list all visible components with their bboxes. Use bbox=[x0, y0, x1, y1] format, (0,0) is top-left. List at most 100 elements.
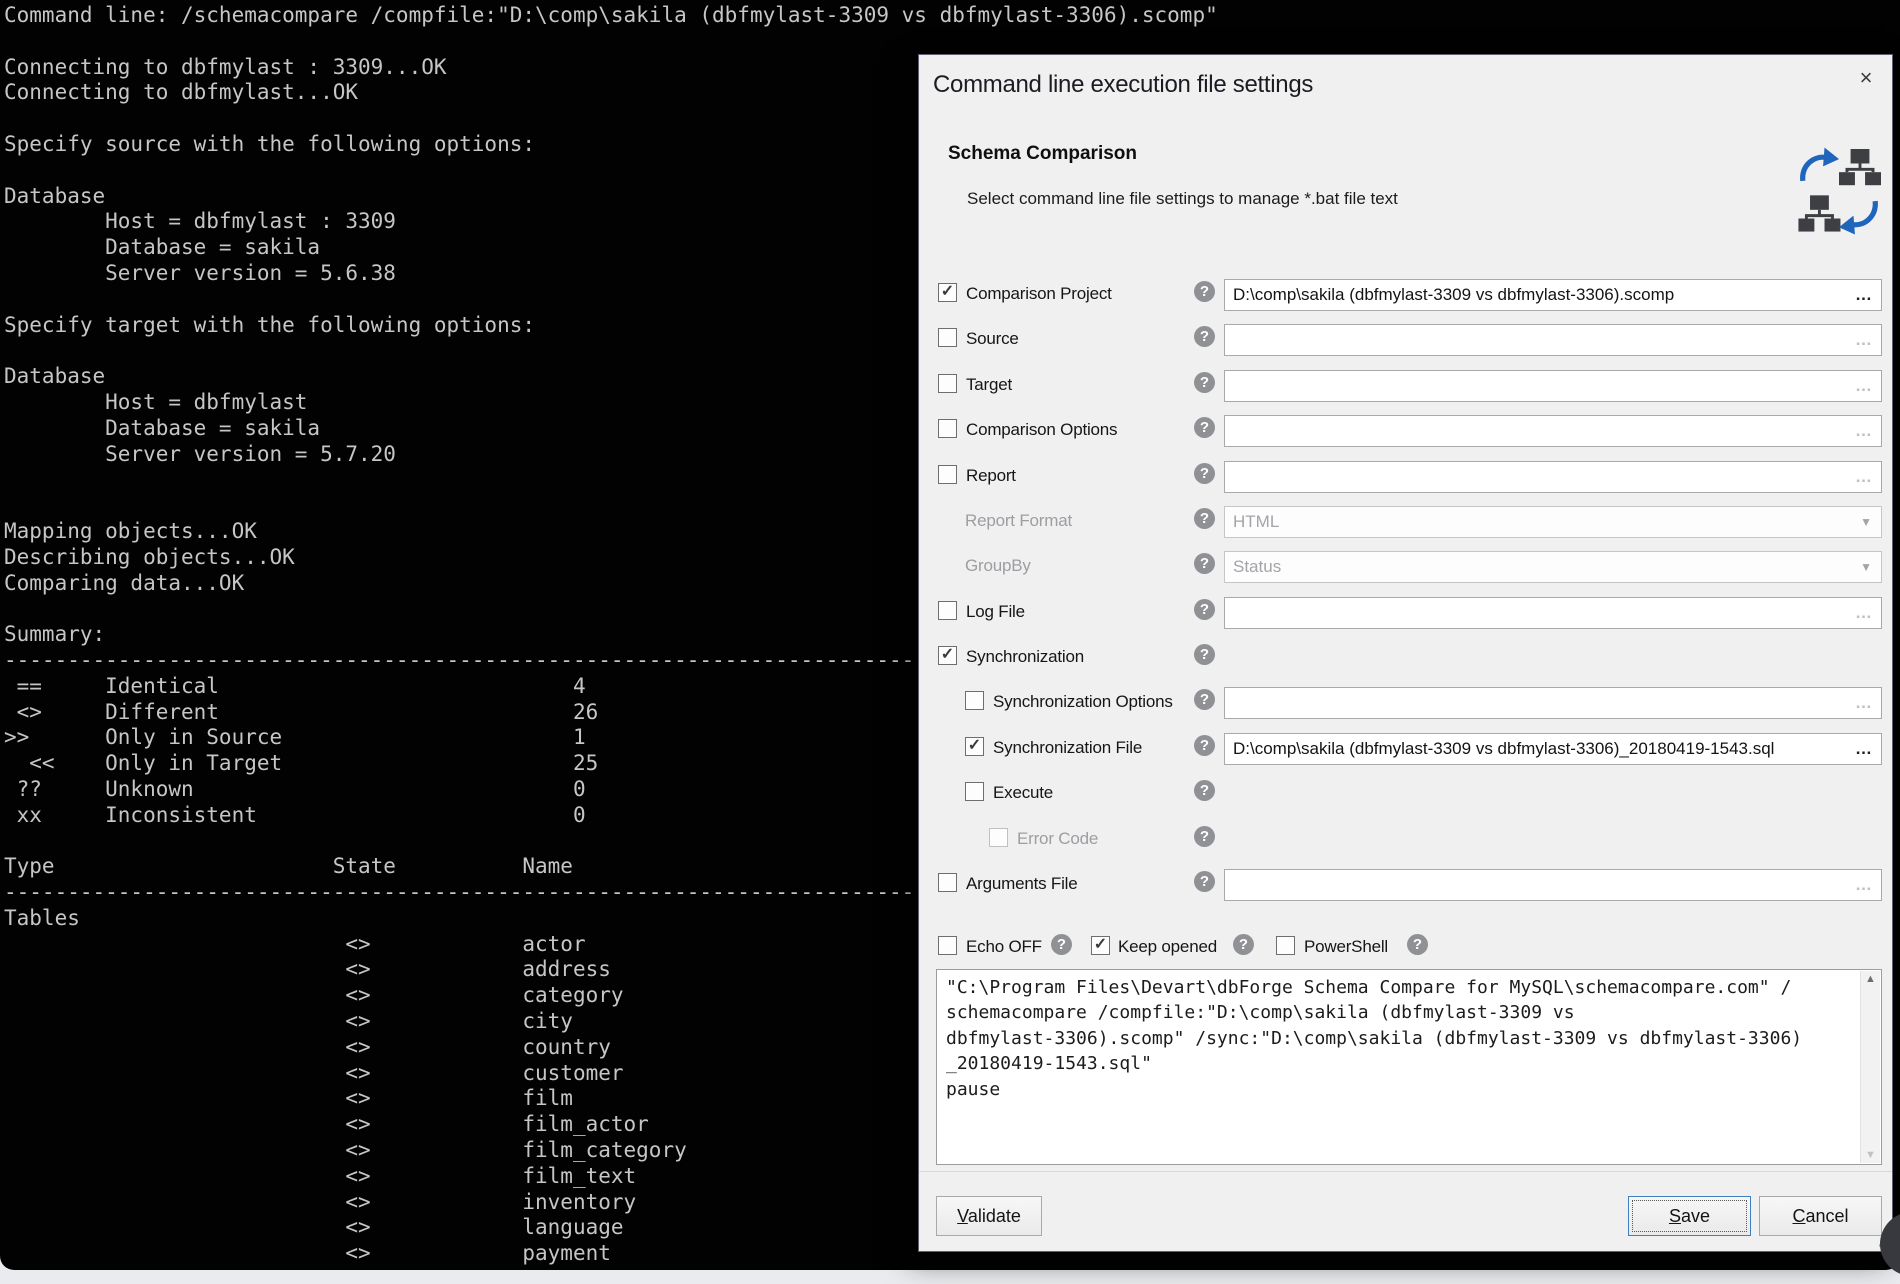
dropdown-value: Status bbox=[1233, 557, 1281, 576]
log-file-browse-button[interactable]: … bbox=[1855, 598, 1873, 628]
comparison-project-help-icon[interactable]: ? bbox=[1194, 281, 1215, 302]
groupby-dropdown[interactable]: Status ▼ bbox=[1224, 551, 1882, 583]
row-groupby: GroupBy? Status ▼ bbox=[919, 551, 1894, 585]
target-input[interactable]: … bbox=[1224, 370, 1882, 402]
keep-opened-help-icon[interactable]: ? bbox=[1233, 934, 1254, 955]
log-file-checkbox[interactable] bbox=[938, 601, 957, 620]
arguments-file-browse-button[interactable]: … bbox=[1855, 870, 1873, 900]
section-title: Schema Comparison bbox=[948, 143, 1137, 165]
target-checkbox[interactable] bbox=[938, 374, 957, 393]
validate-button[interactable]: Validate bbox=[936, 1196, 1042, 1236]
report-format-dropdown[interactable]: HTML▼ bbox=[1224, 506, 1882, 538]
scroll-up-icon[interactable]: ▲ bbox=[1861, 973, 1880, 985]
section-subtitle: Select command line file settings to man… bbox=[967, 189, 1398, 209]
row-comparison-project: ✓ Comparison Project? D:\comp\sakila (dbfm… bbox=[919, 279, 1894, 313]
scrollbar[interactable]: ▲ ▼ bbox=[1860, 971, 1880, 1163]
arguments-file-checkbox[interactable] bbox=[938, 873, 957, 892]
groupby-label: GroupBy bbox=[965, 556, 1031, 576]
row-error-code: Error Code? bbox=[919, 824, 1894, 858]
powershell-help-icon[interactable]: ? bbox=[1407, 934, 1428, 955]
comparison-project-input[interactable]: D:\comp\sakila (dbfmylast-3309 vs dbfmyl… bbox=[1224, 279, 1882, 311]
synchronization-options-help-icon[interactable]: ? bbox=[1194, 689, 1215, 710]
row-report: Report? … bbox=[919, 461, 1894, 495]
comparison-options-checkbox[interactable] bbox=[938, 419, 957, 438]
comparison-project-label: Comparison Project bbox=[966, 284, 1112, 304]
focus-rect bbox=[1632, 1200, 1747, 1232]
save-button[interactable]: Save bbox=[1628, 1196, 1751, 1236]
bat-file-text-area[interactable]: "C:\Program Files\Devart\dbForge Schema … bbox=[936, 969, 1882, 1165]
target-help-icon[interactable]: ? bbox=[1194, 372, 1215, 393]
keep-opened-label: Keep opened bbox=[1118, 937, 1217, 957]
row-arguments-file: Arguments File?… bbox=[919, 869, 1894, 903]
synchronization-checkbox[interactable]: ✓ bbox=[938, 646, 957, 665]
error-code-help-icon[interactable]: ? bbox=[1194, 826, 1215, 847]
report-format-help-icon[interactable]: ? bbox=[1194, 508, 1215, 529]
scroll-down-icon[interactable]: ▼ bbox=[1861, 1149, 1880, 1161]
schema-compare-icon bbox=[1797, 145, 1881, 237]
error-code-checkbox[interactable] bbox=[989, 828, 1008, 847]
report-checkbox[interactable] bbox=[938, 465, 957, 484]
synchronization-file-browse-button[interactable]: … bbox=[1855, 734, 1873, 764]
row-report-format: Report Format? HTML▼ bbox=[919, 506, 1894, 540]
report-label: Report bbox=[966, 466, 1016, 486]
dialog-title: Command line execution file settings bbox=[933, 71, 1313, 99]
error-code-label: Error Code bbox=[1017, 829, 1098, 849]
log-file-input[interactable]: … bbox=[1224, 597, 1882, 629]
footer-divider bbox=[919, 1171, 1892, 1172]
source-checkbox[interactable] bbox=[938, 328, 957, 347]
echo-off-help-icon[interactable]: ? bbox=[1051, 934, 1072, 955]
comparison-options-browse-button[interactable]: … bbox=[1855, 416, 1873, 446]
dropdown-value: HTML bbox=[1233, 512, 1279, 531]
report-format-label: Report Format bbox=[965, 511, 1072, 531]
row-comparison-options: Comparison Options? … bbox=[919, 415, 1894, 449]
comparison-options-input[interactable]: … bbox=[1224, 415, 1882, 447]
log-file-label: Log File bbox=[966, 602, 1025, 622]
field-value: D:\comp\sakila (dbfmylast-3309 vs dbfmyl… bbox=[1233, 285, 1674, 304]
synchronization-file-label: Synchronization File bbox=[993, 738, 1142, 758]
powershell-label: PowerShell bbox=[1304, 937, 1388, 957]
source-browse-button[interactable]: … bbox=[1855, 325, 1873, 355]
command-line-settings-dialog: Command line execution file settings × S… bbox=[918, 54, 1893, 1252]
row-synchronization-options: Synchronization Options?… bbox=[919, 687, 1894, 721]
synchronization-help-icon[interactable]: ? bbox=[1194, 644, 1215, 665]
cancel-button[interactable]: Cancel bbox=[1759, 1196, 1882, 1236]
comparison-options-label: Comparison Options bbox=[966, 420, 1117, 440]
comparison-project-browse-button[interactable]: … bbox=[1855, 280, 1873, 310]
bat-file-text: "C:\Program Files\Devart\dbForge Schema … bbox=[937, 970, 1881, 1107]
target-browse-button[interactable]: … bbox=[1855, 371, 1873, 401]
report-browse-button[interactable]: … bbox=[1855, 462, 1873, 492]
keep-opened-checkbox[interactable]: ✓ bbox=[1091, 936, 1110, 955]
execute-label: Execute bbox=[993, 783, 1053, 803]
synchronization-file-help-icon[interactable]: ? bbox=[1194, 735, 1215, 756]
row-execute: Execute? bbox=[919, 778, 1894, 812]
arguments-file-input[interactable]: … bbox=[1224, 869, 1882, 901]
synchronization-file-checkbox[interactable]: ✓ bbox=[965, 737, 984, 756]
report-help-icon[interactable]: ? bbox=[1194, 463, 1215, 484]
execute-checkbox[interactable] bbox=[965, 782, 984, 801]
arguments-file-help-icon[interactable]: ? bbox=[1194, 871, 1215, 892]
echo-off-checkbox[interactable] bbox=[938, 936, 957, 955]
row-synchronization-file: ✓ Synchronization File? D:\comp\sakila (db… bbox=[919, 733, 1894, 767]
execute-help-icon[interactable]: ? bbox=[1194, 780, 1215, 801]
powershell-checkbox[interactable] bbox=[1276, 936, 1295, 955]
row-target: Target? … bbox=[919, 370, 1894, 404]
synchronization-options-checkbox[interactable] bbox=[965, 691, 984, 710]
groupby-help-icon[interactable]: ? bbox=[1194, 553, 1215, 574]
source-label: Source bbox=[966, 329, 1019, 349]
source-help-icon[interactable]: ? bbox=[1194, 326, 1215, 347]
echo-off-label: Echo OFF bbox=[966, 937, 1042, 957]
log-file-help-icon[interactable]: ? bbox=[1194, 599, 1215, 620]
source-input[interactable]: … bbox=[1224, 324, 1882, 356]
close-icon[interactable]: × bbox=[1851, 63, 1881, 93]
comparison-project-checkbox[interactable]: ✓ bbox=[938, 283, 957, 302]
row-synchronization: ✓Synchronization? bbox=[919, 642, 1894, 676]
synchronization-file-input[interactable]: D:\comp\sakila (dbfmylast-3309 vs dbfmyl… bbox=[1224, 733, 1882, 765]
field-value: D:\comp\sakila (dbfmylast-3309 vs dbfmyl… bbox=[1233, 739, 1774, 758]
chevron-down-icon: ▼ bbox=[1860, 552, 1872, 582]
report-input[interactable]: … bbox=[1224, 461, 1882, 493]
synchronization-options-input[interactable]: … bbox=[1224, 687, 1882, 719]
synchronization-options-browse-button[interactable]: … bbox=[1855, 688, 1873, 718]
target-label: Target bbox=[966, 375, 1012, 395]
comparison-options-help-icon[interactable]: ? bbox=[1194, 417, 1215, 438]
bat-options: Echo OFF? ✓ Keep opened? PowerShell? bbox=[919, 932, 1894, 966]
